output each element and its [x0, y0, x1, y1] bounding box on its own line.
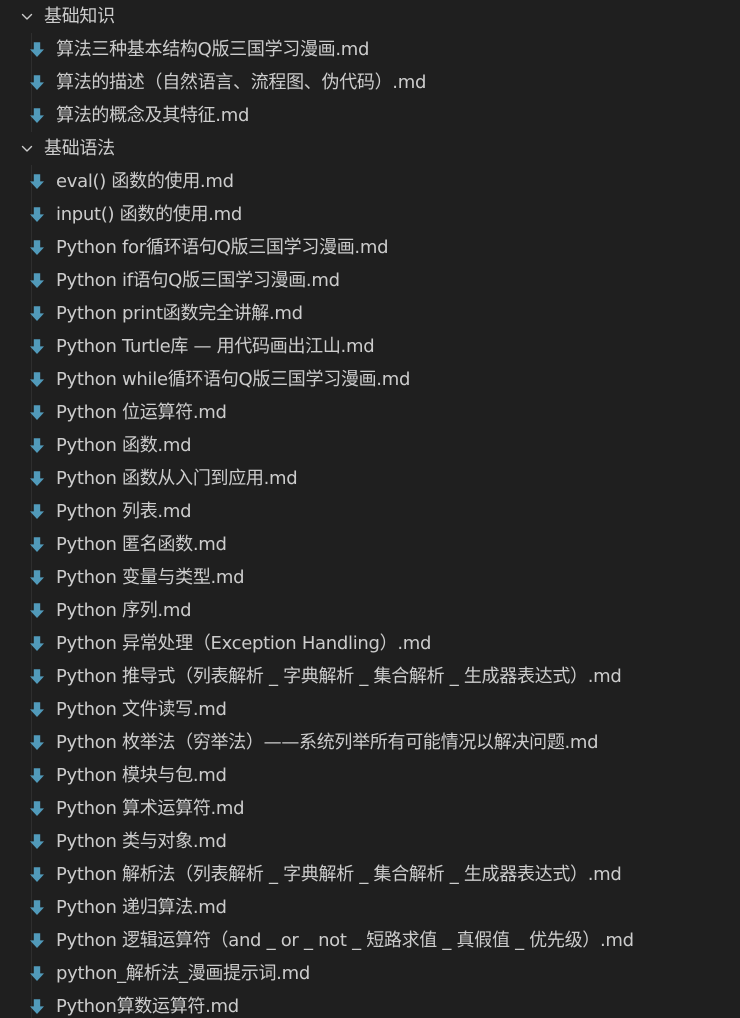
file-label: Python 位运算符.md	[56, 402, 227, 423]
markdown-download-icon	[29, 66, 53, 99]
markdown-download-icon	[29, 297, 53, 330]
file-row[interactable]: Python 逻辑运算符（and _ or _ not _ 短路求值 _ 真假值…	[0, 924, 740, 957]
file-row[interactable]: Python if语句Q版三国学习漫画.md	[0, 264, 740, 297]
file-row[interactable]: Python 位运算符.md	[0, 396, 740, 429]
file-label: Python while循环语句Q版三国学习漫画.md	[56, 369, 411, 390]
file-row[interactable]: 算法的概念及其特征.md	[0, 99, 740, 132]
markdown-download-icon	[29, 99, 53, 132]
markdown-download-icon	[29, 363, 53, 396]
file-row[interactable]: 算法的描述（自然语言、流程图、伪代码）.md	[0, 66, 740, 99]
markdown-download-icon	[29, 627, 53, 660]
file-label: Python for循环语句Q版三国学习漫画.md	[56, 237, 389, 258]
markdown-download-icon	[29, 825, 53, 858]
file-row[interactable]: Python print函数完全讲解.md	[0, 297, 740, 330]
file-label: Python 推导式（列表解析 _ 字典解析 _ 集合解析 _ 生成器表达式）.…	[56, 666, 622, 687]
file-label: 算法三种基本结构Q版三国学习漫画.md	[56, 39, 370, 60]
explorer-tree: 基础知识算法三种基本结构Q版三国学习漫画.md 算法的描述（自然语言、流程图、伪代…	[0, 0, 740, 1018]
file-label: Python print函数完全讲解.md	[56, 303, 303, 324]
file-label: input() 函数的使用.md	[56, 204, 242, 225]
file-label: eval() 函数的使用.md	[56, 171, 234, 192]
markdown-download-icon	[29, 924, 53, 957]
markdown-download-icon	[29, 792, 53, 825]
markdown-download-icon	[29, 561, 53, 594]
file-label: Python 枚举法（穷举法）——系统列举所有可能情况以解决问题.md	[56, 732, 599, 753]
file-label: Python 列表.md	[56, 501, 192, 522]
file-row[interactable]: Python 算术运算符.md	[0, 792, 740, 825]
markdown-download-icon	[29, 990, 53, 1018]
folder-row[interactable]: 基础语法	[0, 132, 740, 165]
file-row[interactable]: Python 函数.md	[0, 429, 740, 462]
file-label: Python 变量与类型.md	[56, 567, 245, 588]
folder-label: 基础语法	[44, 138, 115, 159]
markdown-download-icon	[29, 759, 53, 792]
file-row[interactable]: Python 递归算法.md	[0, 891, 740, 924]
file-row[interactable]: input() 函数的使用.md	[0, 198, 740, 231]
file-row[interactable]: Python 变量与类型.md	[0, 561, 740, 594]
markdown-download-icon	[29, 495, 53, 528]
file-label: Python 类与对象.md	[56, 831, 227, 852]
file-label: Python Turtle库 — 用代码画出江山.md	[56, 336, 375, 357]
markdown-download-icon	[29, 693, 53, 726]
file-row[interactable]: eval() 函数的使用.md	[0, 165, 740, 198]
file-label: Python 解析法（列表解析 _ 字典解析 _ 集合解析 _ 生成器表达式）.…	[56, 864, 622, 885]
markdown-download-icon	[29, 33, 53, 66]
file-label: 算法的描述（自然语言、流程图、伪代码）.md	[56, 72, 427, 93]
file-row[interactable]: Python 序列.md	[0, 594, 740, 627]
file-label: python_解析法_漫画提示词.md	[56, 963, 310, 984]
file-row[interactable]: Python while循环语句Q版三国学习漫画.md	[0, 363, 740, 396]
markdown-download-icon	[29, 462, 53, 495]
file-row[interactable]: python_解析法_漫画提示词.md	[0, 957, 740, 990]
file-row[interactable]: Python 解析法（列表解析 _ 字典解析 _ 集合解析 _ 生成器表达式）.…	[0, 858, 740, 891]
file-label: 算法的概念及其特征.md	[56, 105, 250, 126]
file-label: Python 序列.md	[56, 600, 192, 621]
file-label: Python 匿名函数.md	[56, 534, 227, 555]
file-row[interactable]: Python 枚举法（穷举法）——系统列举所有可能情况以解决问题.md	[0, 726, 740, 759]
markdown-download-icon	[29, 264, 53, 297]
file-label: Python 函数从入门到应用.md	[56, 468, 298, 489]
folder-row[interactable]: 基础知识	[0, 0, 740, 33]
file-label: Python算数运算符.md	[56, 996, 239, 1017]
markdown-download-icon	[29, 231, 53, 264]
file-row[interactable]: Python 模块与包.md	[0, 759, 740, 792]
markdown-download-icon	[29, 726, 53, 759]
file-row[interactable]: Python 类与对象.md	[0, 825, 740, 858]
file-label: Python 逻辑运算符（and _ or _ not _ 短路求值 _ 真假值…	[56, 930, 634, 951]
markdown-download-icon	[29, 594, 53, 627]
markdown-download-icon	[29, 429, 53, 462]
folder-label: 基础知识	[44, 6, 115, 27]
file-row[interactable]: Python 异常处理（Exception Handling）.md	[0, 627, 740, 660]
folder-children: 算法三种基本结构Q版三国学习漫画.md 算法的描述（自然语言、流程图、伪代码）.m…	[0, 33, 740, 132]
markdown-download-icon	[29, 528, 53, 561]
file-label: Python 函数.md	[56, 435, 192, 456]
chevron-down-icon[interactable]	[20, 132, 42, 165]
file-label: Python 模块与包.md	[56, 765, 227, 786]
markdown-download-icon	[29, 330, 53, 363]
markdown-download-icon	[29, 198, 53, 231]
file-row[interactable]: Python算数运算符.md	[0, 990, 740, 1018]
file-row[interactable]: Python Turtle库 — 用代码画出江山.md	[0, 330, 740, 363]
markdown-download-icon	[29, 660, 53, 693]
file-label: Python 异常处理（Exception Handling）.md	[56, 633, 432, 654]
markdown-download-icon	[29, 957, 53, 990]
file-row[interactable]: Python for循环语句Q版三国学习漫画.md	[0, 231, 740, 264]
markdown-download-icon	[29, 858, 53, 891]
file-label: Python if语句Q版三国学习漫画.md	[56, 270, 340, 291]
markdown-download-icon	[29, 165, 53, 198]
file-label: Python 算术运算符.md	[56, 798, 245, 819]
file-row[interactable]: Python 推导式（列表解析 _ 字典解析 _ 集合解析 _ 生成器表达式）.…	[0, 660, 740, 693]
folder-children: eval() 函数的使用.md input() 函数的使用.md Python fo…	[0, 165, 740, 1018]
file-label: Python 递归算法.md	[56, 897, 227, 918]
file-row[interactable]: Python 列表.md	[0, 495, 740, 528]
file-label: Python 文件读写.md	[56, 699, 227, 720]
markdown-download-icon	[29, 396, 53, 429]
file-row[interactable]: Python 匿名函数.md	[0, 528, 740, 561]
file-row[interactable]: Python 函数从入门到应用.md	[0, 462, 740, 495]
file-row[interactable]: 算法三种基本结构Q版三国学习漫画.md	[0, 33, 740, 66]
file-row[interactable]: Python 文件读写.md	[0, 693, 740, 726]
chevron-down-icon[interactable]	[20, 0, 42, 33]
markdown-download-icon	[29, 891, 53, 924]
